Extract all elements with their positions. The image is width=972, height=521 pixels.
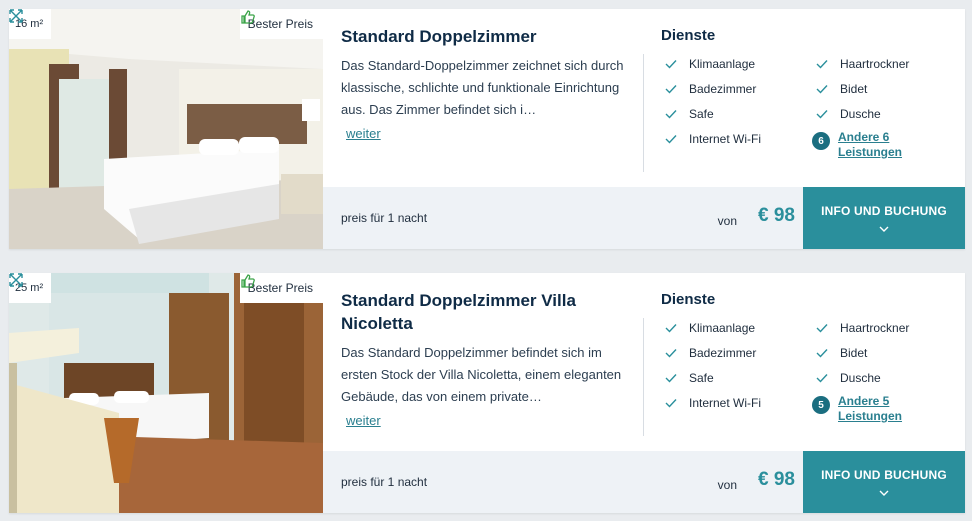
check-icon — [665, 399, 677, 408]
check-icon — [665, 85, 677, 94]
price-bar: preis für 1 nacht von € 98 — [323, 187, 803, 249]
check-icon — [665, 374, 677, 383]
check-icon — [816, 110, 828, 119]
check-icon — [665, 110, 677, 119]
room-card: 16 m² Bester Preis Standard Doppelzimmer… — [9, 9, 965, 249]
other-services-link[interactable]: Andere 5 Leistungen — [838, 394, 908, 424]
expand-icon — [9, 9, 23, 23]
service-label: Safe — [689, 371, 714, 385]
room-description-block: Das Standard-Doppelzimmer zeichnet sich … — [341, 55, 636, 145]
room-description-block: Das Standard Doppelzimmer befindet sich … — [341, 342, 636, 432]
room-card: 25 m² Bester Preis Standard Doppelzimmer… — [9, 273, 965, 513]
other-services-count: 6 — [812, 132, 830, 150]
services-title: Dienste — [661, 291, 716, 308]
check-icon — [665, 324, 677, 333]
other-services[interactable]: 5 Andere 5 Leistungen — [812, 394, 908, 424]
service-item: Haartrockner — [816, 57, 909, 71]
chevron-down-icon — [879, 226, 889, 232]
room-title: Standard Doppelzimmer Villa Nicoletta — [341, 291, 576, 333]
service-item: Badezimmer — [665, 346, 756, 360]
service-item: Bidet — [816, 346, 867, 360]
divider — [643, 54, 644, 172]
check-icon — [816, 324, 828, 333]
service-item: Safe — [665, 107, 714, 121]
thumbs-up-icon — [240, 10, 255, 24]
best-price-text: Bester Preis — [247, 17, 313, 31]
service-item: Safe — [665, 371, 714, 385]
other-services[interactable]: 6 Andere 6 Leistungen — [812, 130, 908, 160]
service-label: Safe — [689, 107, 714, 121]
best-price-badge: Bester Preis — [239, 9, 323, 39]
service-label: Haartrockner — [840, 321, 910, 335]
info-booking-button[interactable]: INFO UND BUCHUNG — [803, 187, 965, 249]
check-icon — [816, 349, 828, 358]
info-booking-button[interactable]: INFO UND BUCHUNG — [803, 451, 965, 513]
price-amount: € 98 — [758, 469, 795, 490]
price-bar: preis für 1 nacht von € 98 — [323, 451, 803, 513]
check-icon — [665, 135, 677, 144]
service-label: Badezimmer — [689, 346, 757, 360]
expand-icon — [9, 273, 23, 287]
best-price-badge: Bester Preis — [239, 273, 323, 303]
room-title: Standard Doppelzimmer — [341, 27, 537, 46]
service-item: Klimaanlage — [665, 321, 755, 335]
service-item: Dusche — [816, 107, 881, 121]
service-item: Internet Wi-Fi — [665, 132, 761, 146]
room-description: Das Standard-Doppelzimmer zeichnet sich … — [341, 58, 624, 117]
room-size-badge: 16 m² — [9, 9, 52, 39]
service-item: Klimaanlage — [665, 57, 755, 71]
thumbs-up-icon — [240, 274, 255, 288]
service-label: Badezimmer — [689, 82, 757, 96]
service-item: Haartrockner — [816, 321, 909, 335]
service-label: Bidet — [840, 82, 868, 96]
divider — [643, 318, 644, 436]
read-more-link[interactable]: weiter — [346, 410, 381, 432]
service-label: Haartrockner — [840, 57, 910, 71]
check-icon — [665, 60, 677, 69]
check-icon — [816, 85, 828, 94]
price-per-night-label: preis für 1 nacht — [341, 211, 428, 225]
room-photo-image — [9, 273, 323, 513]
check-icon — [816, 60, 828, 69]
price-from-label: von — [717, 214, 737, 228]
other-services-link[interactable]: Andere 6 Leistungen — [838, 130, 908, 160]
services-section: Dienste Klimaanlage Haartrockner Badezim… — [661, 27, 961, 159]
service-label: Klimaanlage — [689, 57, 756, 71]
best-price-text: Bester Preis — [247, 281, 313, 295]
services-section: Dienste Klimaanlage Haartrockner Badezim… — [661, 291, 961, 423]
service-item: Bidet — [816, 82, 867, 96]
service-item: Dusche — [816, 371, 881, 385]
service-label: Internet Wi-Fi — [689, 396, 762, 410]
check-icon — [665, 349, 677, 358]
room-description: Das Standard Doppelzimmer befindet sich … — [341, 345, 622, 404]
service-label: Bidet — [840, 346, 868, 360]
price-from-label: von — [717, 478, 737, 492]
read-more-link[interactable]: weiter — [346, 123, 381, 145]
service-item: Internet Wi-Fi — [665, 396, 761, 410]
service-label: Klimaanlage — [689, 321, 756, 335]
service-label: Internet Wi-Fi — [689, 132, 762, 146]
info-booking-label: INFO UND BUCHUNG — [821, 204, 947, 218]
chevron-down-icon — [879, 490, 889, 496]
services-title: Dienste — [661, 27, 716, 44]
room-size-badge: 25 m² — [9, 273, 52, 303]
service-item: Badezimmer — [665, 82, 756, 96]
price-per-night-label: preis für 1 nacht — [341, 475, 428, 489]
service-label: Dusche — [840, 371, 881, 385]
room-photo[interactable]: 16 m² Bester Preis — [9, 9, 323, 249]
room-photo[interactable]: 25 m² Bester Preis — [9, 273, 323, 513]
info-booking-label: INFO UND BUCHUNG — [821, 468, 947, 482]
room-photo-image — [9, 9, 323, 249]
service-label: Dusche — [840, 107, 881, 121]
room-info: Standard Doppelzimmer Das Standard-Doppe… — [323, 9, 965, 187]
check-icon — [816, 374, 828, 383]
price-amount: € 98 — [758, 205, 795, 226]
other-services-count: 5 — [812, 396, 830, 414]
room-info: Standard Doppelzimmer Villa Nicoletta Da… — [323, 273, 965, 451]
